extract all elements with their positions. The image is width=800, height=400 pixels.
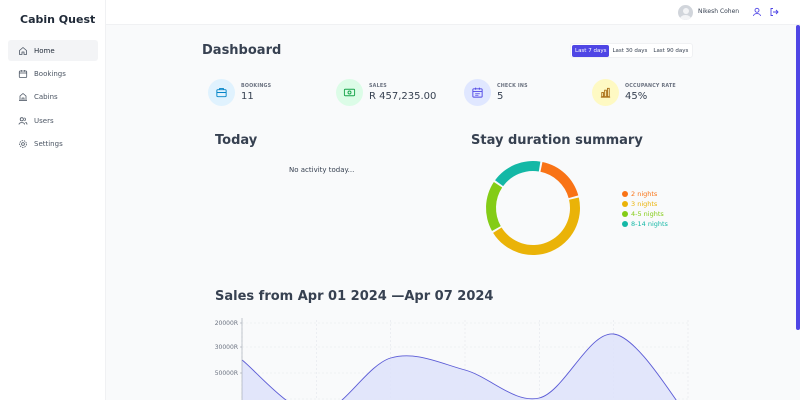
y-tick-label: 50000R	[215, 370, 238, 377]
y-tick-label: 20000R	[215, 320, 238, 327]
donut-slice-2-nights[interactable]	[540, 161, 579, 199]
donut-slice-8-14-nights[interactable]	[495, 161, 541, 187]
donut-slice-4-5-nights[interactable]	[485, 182, 503, 232]
sales-area-fill	[242, 333, 677, 400]
charts-layer: 20000R 30000R 50000R	[215, 161, 689, 400]
donut-slice-3-nights[interactable]	[493, 197, 580, 255]
y-tick-label: 30000R	[215, 344, 238, 351]
